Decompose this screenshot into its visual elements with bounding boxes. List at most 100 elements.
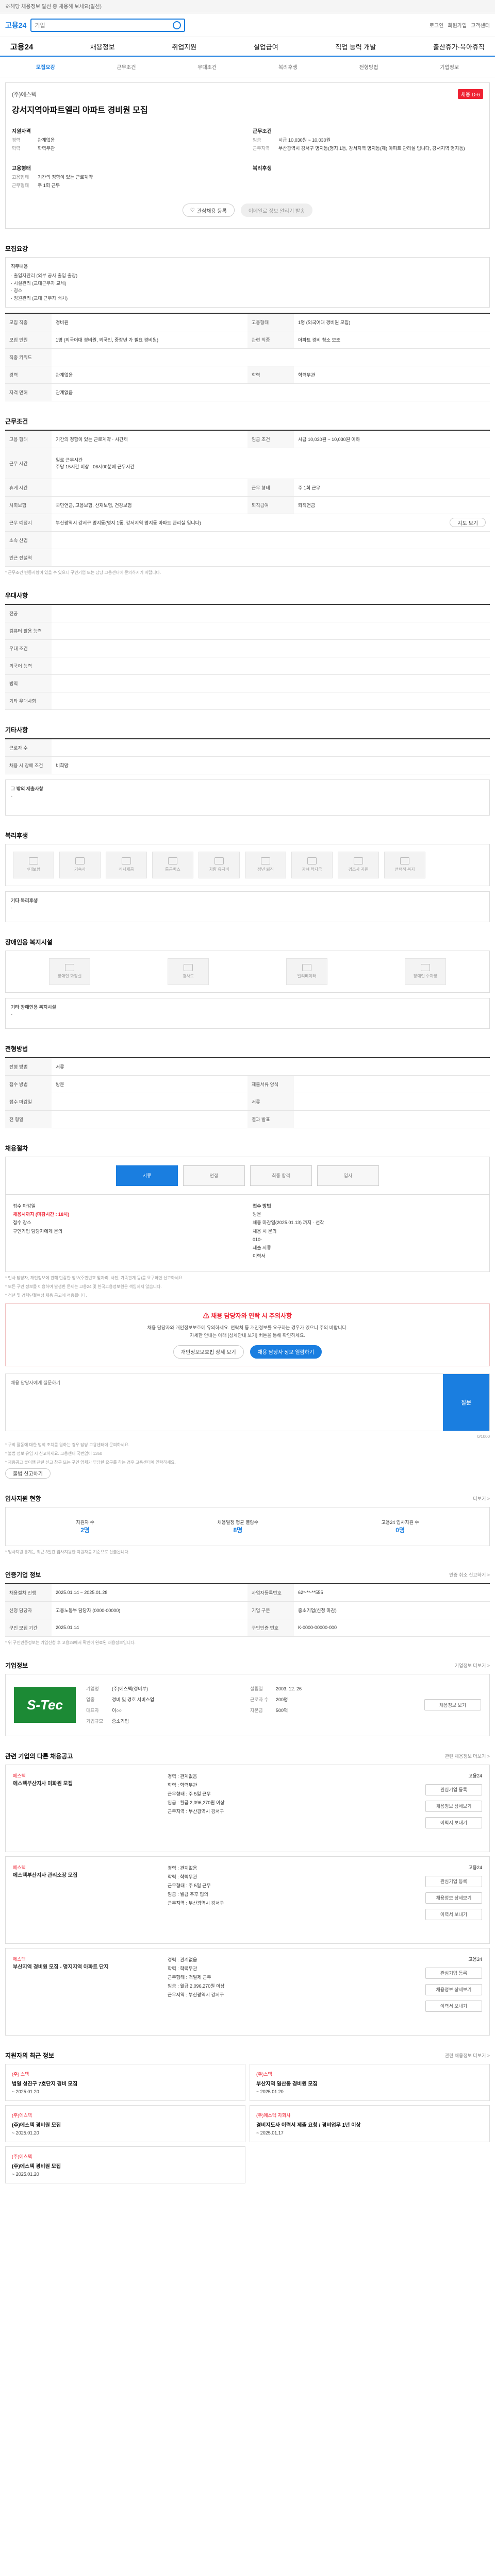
site-logo[interactable]: 고용24 [5,20,26,30]
facility-tile: 경사로 [168,958,209,985]
table-row: 경력 관계없음 학력 학력무관 [5,366,490,384]
company-section-title: 기업정보 기업정보 더보기 > [5,1662,490,1669]
list-item[interactable]: (주)스텍 부산지역 일산동 경비원 모집 ~ 2025.01.20 [250,2063,490,2101]
welfare-tile: 선택적 복지 [384,851,425,878]
interest-button[interactable]: 관심기업 등록 [425,1784,482,1795]
send-resume-button[interactable]: 이력서 보내기 [425,2000,482,2012]
top-banner: ※해당 채용정보 알선 중 채용해 보세요(알선) [0,0,495,13]
nav-home[interactable]: 고용24 [10,41,33,52]
method-section-title: 전형방법 [5,1045,28,1053]
question-box: 질문 [5,1373,490,1431]
welfare-tile: 자녀 학자금 [291,851,333,878]
method-table: 전형 방법 서류 접수 방법 방문 제출서류 양식 접수 마감일 서류 전 형일 결과 발… [5,1057,490,1128]
question-submit-button[interactable]: 질문 [443,1374,489,1431]
global-nav: 고용24 채용정보 취업지원 실업급여 직업 능력 개발 출산휴가·육아휴직 [0,37,495,57]
company-more-link[interactable]: 기업정보 더보기 > [455,1662,490,1669]
stat-item: 채용일정 평균 열람수 8명 [217,1519,259,1534]
send-resume-button[interactable]: 이력서 보내기 [425,1817,482,1828]
table-row: 휴게 시간 근무 형태 주 1회 근무 [5,479,490,497]
table-row: 근무 예정지 부산광역시 강서구 명지동(명지 1동, 강서지역 명지동 아파트 … [5,514,490,532]
nav-item-training[interactable]: 직업 능력 개발 [335,42,376,52]
recent-section-title: 입사지원 현황 더보기 > [5,1495,490,1502]
retire-icon [261,857,270,865]
related-job-title[interactable]: 에스텍부산지사 관리소장 모집 [13,1871,160,1878]
search-icon[interactable] [173,21,182,29]
cert-more-link[interactable]: 인증 취소 신고하기 > [449,1571,490,1578]
related-job-card[interactable]: 에스텍 에스텍부산지사 미화원 모집 경력 : 관계없음 학력 : 학력무관 근… [5,1764,490,1852]
table-row: 구인 모집 기간 2025.01.14 구인인증 번호 K-0000-00000-00… [5,1619,490,1637]
contact-view-button[interactable]: 채용 담당자 정보 열람하기 [250,1345,322,1359]
nav-item-benefit[interactable]: 실업급여 [254,42,278,52]
recent-more-link[interactable]: 더보기 > [473,1495,490,1502]
nav-item-leave[interactable]: 출산휴가·육아휴직 [433,42,485,52]
question-input[interactable] [6,1374,443,1431]
list-item[interactable]: (주)에스텍 자회사 경비지도사 이력서 제출 요청 / 경비업무 1년 이상 ~ … [250,2105,490,2142]
report-button[interactable]: 불법 신고하기 [5,1468,51,1479]
others-section-title: 지원자의 최근 정보 관련 채용정보 더보기 > [5,2052,490,2059]
related-job-title[interactable]: 에스텍부산지사 미화원 모집 [13,1779,160,1787]
meal-icon [122,857,131,865]
table-row: 전공 [5,604,490,622]
search-input[interactable]: 기업 [30,18,186,32]
welfare-tile: 기숙사 [59,851,101,878]
recruit-table: 모집 직종 경비원 고용형태 1명 (외국어대 경비원 모집) 모집 인원 1명 (외국… [5,312,490,401]
map-button[interactable]: 지도 보기 [450,518,486,528]
insurance-icon [29,857,38,865]
welfare-icon [400,857,409,865]
send-resume-button[interactable]: 이력서 보내기 [425,1908,482,1920]
toilet-icon [65,964,74,972]
warning-icon: ⚠ [203,1312,211,1319]
nav-item-jobs[interactable]: 채용정보 [90,42,115,52]
welfare-tile: 경조사 지원 [338,851,379,878]
company-name[interactable]: (주)에스텍 [12,90,37,98]
conditions-section-title: 근무조건 [5,417,28,425]
step-final: 최종 합격 [250,1165,312,1186]
related-job-title[interactable]: 부산지역 경비원 모집 - 명지지역 아파트 단지 [13,1962,160,1970]
table-row: 채용 시 장애 조건 비희망 [5,756,490,774]
help-link[interactable]: 고객센터 [471,21,490,29]
list-item[interactable]: (주)에스텍 (주)에스텍 경비원 모집 ~ 2025.01.20 [5,2146,245,2183]
nav-item-support[interactable]: 취업지원 [172,42,196,52]
process-section-title: 채용절차 [5,1144,28,1152]
table-row: 신청 담당자 고용노동부 담당자 (0000-00000) 기업 구분 중소기업(신청… [5,1601,490,1619]
dormitory-icon [75,857,85,865]
tab-recruit[interactable]: 모집요강 [5,63,86,71]
employment-heading: 고용형태 [12,166,31,172]
detail-button[interactable]: 채용정보 상세보기 [425,1800,482,1812]
others-more-link[interactable]: 관련 채용정보 더보기 > [445,2052,490,2059]
company-card: S-Tec 기업명 (주)에스텍(경비부) 설립일 2003. 12. 26 업종 경비… [5,1673,490,1736]
list-item[interactable]: (주)에스텍 (주)에스텍 경비원 모집 ~ 2025.01.20 [5,2105,245,2142]
interest-button[interactable]: 관심기업 등록 [425,1875,482,1887]
privacy-detail-button[interactable]: 개인정보보호법 상세 보기 [173,1345,244,1359]
table-row: 외국어 능력 [5,657,490,675]
related-job-card[interactable]: 에스텍 부산지역 경비원 모집 - 명지지역 아파트 단지 경력 : 관계없음 … [5,1947,490,2036]
signup-link[interactable]: 회원가입 [448,21,467,29]
tab-method[interactable]: 전형방법 [328,63,409,71]
tab-pref[interactable]: 우대조건 [167,63,248,71]
table-row: 모집 직종 경비원 고용형태 1명 (외국어대 경비원 모집) [5,313,490,331]
facility-tile: 장애인 주차장 [405,958,446,985]
recruit-section-title: 모집요강 [5,245,28,252]
table-row: 자격 면허 관계없음 [5,383,490,401]
tab-company[interactable]: 기업정보 [409,63,490,71]
tab-welfare[interactable]: 복리후생 [248,63,328,71]
login-link[interactable]: 로그인 [430,21,444,29]
table-row: 병역 [5,674,490,692]
conditions-heading: 근무조건 [253,129,272,134]
related-more-link[interactable]: 관련 채용정보 더보기 > [445,1753,490,1759]
stat-item: 고용24 입사지원 수 0명 [381,1519,419,1534]
detail-button[interactable]: 채용정보 상세보기 [425,1892,482,1904]
table-row: 고용 형태 기간의 정함이 있는 근로계약 · 시간제 임금 조건 시급 10,030… [5,430,490,448]
apply-detail: 접수 마감일 채용시까지 (마감시간 : 18시) 접수 장소 구인기업 담당자… [5,1194,490,1272]
disabled-extra: 기타 장애인용 복지시설 - [5,997,490,1029]
related-job-card[interactable]: 에스텍 에스텍부산지사 관리소장 모집 경력 : 관계없음 학력 : 학력무관 … [5,1856,490,1944]
detail-button[interactable]: 채용정보 상세보기 [425,1984,482,1995]
list-item[interactable]: (주) 스텍 범일 성진구 7호단지 경비 모집 ~ 2025.01.20 [5,2063,245,2101]
save-interest-button[interactable]: ♡ 관심채용 등록 [182,204,235,217]
email-share-button[interactable]: 이메일로 정보 알리기 발송 [240,204,313,217]
company-jobs-button[interactable]: 채용정보 보기 [424,1699,481,1711]
process-steps: 서류 면접 최종 합격 입사 [5,1156,490,1195]
dday-badge: 채용 D-6 [457,89,483,99]
tab-conditions[interactable]: 근무조건 [86,63,167,71]
interest-button[interactable]: 관심기업 등록 [425,1967,482,1979]
